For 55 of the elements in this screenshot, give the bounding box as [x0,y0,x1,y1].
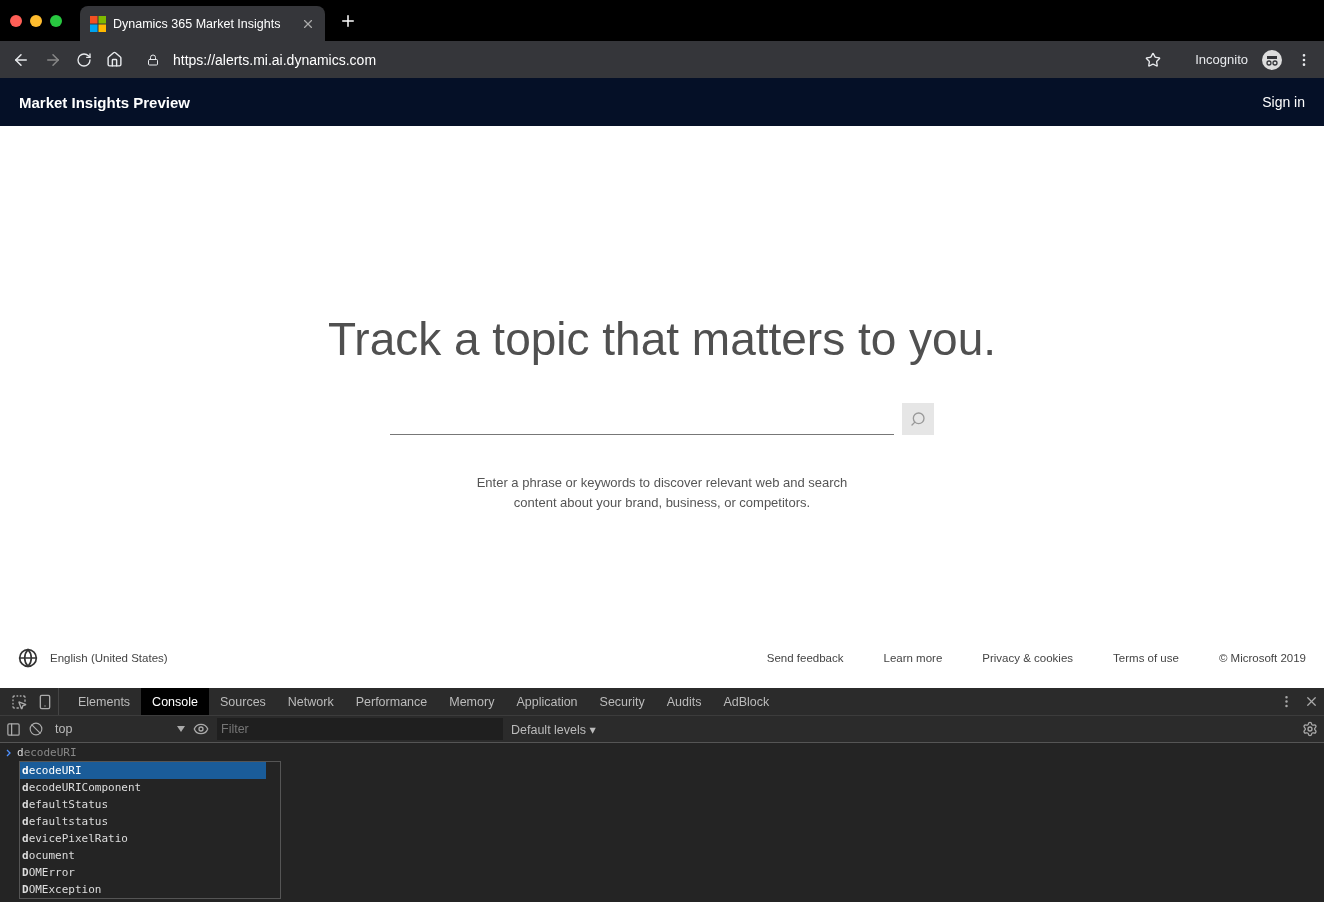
lock-icon [147,53,159,66]
devtools-tab[interactable]: Memory [438,688,506,716]
devtools-tab[interactable]: Security [588,688,656,716]
devtools-tab[interactable]: Performance [344,688,439,716]
site-title: Market Insights Preview [19,93,190,111]
autocomplete-item[interactable]: defaultstatus [20,813,266,830]
filter-field[interactable]: Filter [217,718,503,741]
clear-console-icon[interactable] [29,722,43,737]
typed-text[interactable]: d [17,746,24,759]
page-heading: Track a topic that matters to you. [327,312,997,366]
autocomplete-item[interactable]: decodeURIComponent [20,779,266,796]
autocomplete-item[interactable]: document [20,847,266,864]
devtools-tab[interactable]: Application [505,688,589,716]
devtools-tab[interactable]: Audits [655,688,713,716]
devtools-tab[interactable]: Sources [209,688,277,716]
maximize-window-button[interactable] [50,14,62,27]
footer-link[interactable]: Send feedback [766,652,844,664]
tab-title: Dynamics 365 Market Insights [113,16,282,31]
sidebar-toggle-icon[interactable] [6,721,21,737]
globe-icon [18,648,38,668]
footer-link[interactable]: © Microsoft 2019 [1218,652,1306,664]
close-window-button[interactable] [10,14,22,27]
autocomplete-item[interactable]: defaultStatus [20,796,266,813]
inspect-icon[interactable] [11,693,27,710]
autocomplete-item[interactable]: decodeURI [20,762,266,779]
device-toolbar-icon[interactable] [37,693,53,710]
windows-logo-icon [90,15,106,32]
devtools-tab[interactable]: AdBlock [712,688,781,716]
devtools-tab[interactable]: Network [276,688,345,716]
devtools-tab[interactable]: Elements [67,688,142,716]
browser-tab[interactable]: Dynamics 365 Market Insights [80,6,325,41]
devtools-tab[interactable]: Console [141,688,209,716]
prompt-chevron-icon [6,748,11,757]
footer-link[interactable]: Privacy & cookies [982,652,1074,664]
autocomplete-item[interactable]: DOMError [20,864,266,881]
address-bar[interactable]: https://alerts.mi.ai.dynamics.com [173,51,1132,68]
footer-link[interactable]: Learn more [883,652,943,664]
incognito-icon[interactable] [1262,49,1282,70]
bookmark-star-icon[interactable] [1145,51,1162,68]
minimize-window-button[interactable] [30,14,42,27]
description-text: Enter a phrase or keywords to discover relevant web and search content about your brand, business, or competitors. [475,474,849,512]
profile-label: Incognito [1195,52,1248,67]
settings-icon[interactable] [1302,721,1318,738]
reload-icon[interactable] [76,51,92,68]
levels-dropdown[interactable]: Default levels ▾ [511,721,1294,737]
home-icon[interactable] [106,51,123,68]
sign-in-link[interactable]: Sign in [1262,94,1305,110]
footer-link[interactable]: Terms of use [1113,652,1179,664]
search-icon [910,411,926,427]
autocomplete-item[interactable]: DOMException [20,881,266,898]
autocomplete-item[interactable]: devicePixelRatio [20,830,266,847]
autocomplete-hint: ecodeURI [23,746,77,759]
language-link[interactable]: English (United States) [50,652,727,664]
dropdown-caret-icon [177,726,185,733]
context-select[interactable]: top [51,722,185,737]
